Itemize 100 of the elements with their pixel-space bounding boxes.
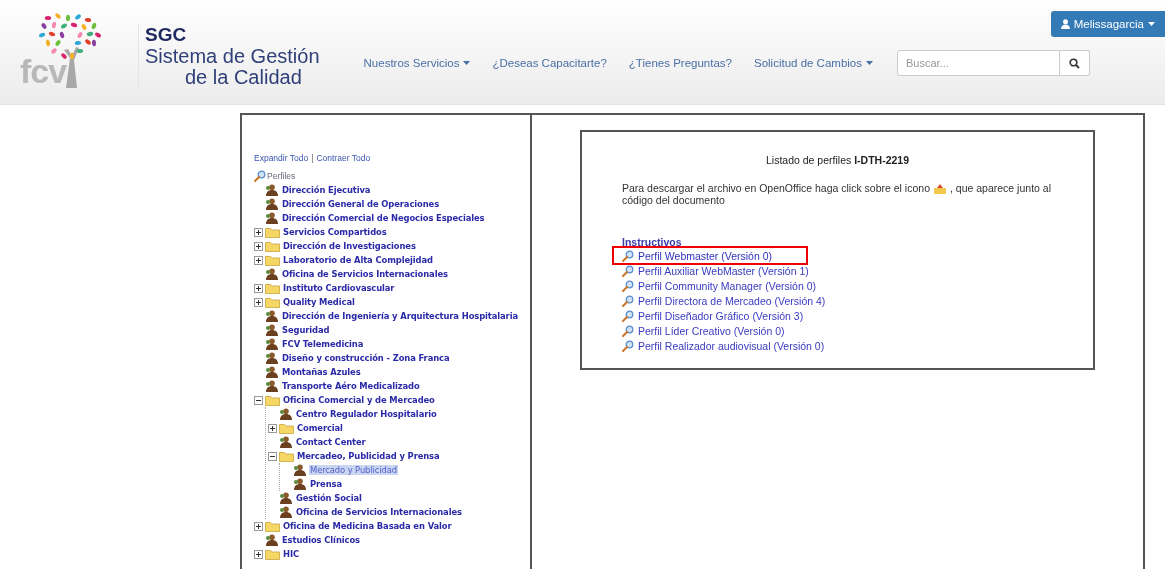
person-icon [265,380,279,392]
person-icon [265,212,279,224]
folder-icon [265,548,280,560]
tree-item[interactable]: Mercado y Publicidad [309,465,398,475]
person-icon [279,506,293,518]
person-icon [279,492,293,504]
magnifier-icon [622,294,634,307]
folder-icon [265,226,280,238]
tree-item[interactable]: Transporte Aéro Medicalizado [281,381,421,391]
folder-icon [279,450,294,462]
search-button[interactable] [1060,50,1090,76]
tree-item[interactable]: Centro Regulador Hospitalario [295,409,438,419]
search-icon [1069,57,1080,69]
nav-link[interactable]: Solicitud de Cambios [753,57,873,69]
document-link[interactable]: Perfil Líder Creativo (Versión 0) [622,323,785,339]
download-icon [933,182,947,194]
magnifier-icon [622,264,634,277]
tree-item[interactable]: Dirección Comercial de Negocios Especiales [281,213,486,223]
instruction-text: Para descargar el archivo en OpenOffice haga click sobre el icono [622,182,930,195]
document-link[interactable]: Perfil Directora de Mercadeo (Versión 4) [622,293,826,309]
folder-icon [265,394,280,406]
expand-toggle[interactable] [254,227,263,237]
tree-root-label: Perfiles [267,171,296,181]
expand-toggle[interactable] [254,241,263,251]
expand-toggle[interactable] [254,297,263,307]
tree-item[interactable]: Mercadeo, Publicidad y Prensa [296,451,441,461]
document-title: Listado de perfiles I-DTH-2219 [765,154,910,166]
person-icon [279,436,293,448]
tree-item[interactable]: Prensa [309,479,343,489]
tree-item[interactable]: Oficina de Medicina Basada en Valor [282,521,453,531]
tree-item[interactable]: Montañas Azules [281,367,362,377]
search-field[interactable]: Buscar... [897,50,1060,76]
nav-link[interactable]: Nuestros Servicios [363,57,471,69]
app-short-name: SGC [145,24,188,46]
tree-item[interactable]: Dirección de Investigaciones [282,241,417,251]
magnifier-icon [622,279,634,292]
instruction-text: código del documento [622,194,725,207]
document-link[interactable]: Perfil Community Manager (Versión 0) [622,278,816,294]
tree-item[interactable]: Estudios Clínicos [281,535,361,545]
person-icon [265,338,279,350]
expand-toggle[interactable] [254,395,263,405]
tree-item[interactable]: Oficina Comercial y de Mercadeo [282,395,436,405]
person-icon [293,478,307,490]
person-icon [265,534,279,546]
expand-toggle[interactable] [268,423,277,433]
user-icon [1060,19,1070,29]
person-icon [265,184,279,196]
user-menu-button[interactable]: Melissagarcia [1050,11,1165,37]
logo-text: fcv [20,54,67,88]
tree-item[interactable]: Oficina de Servicios Internacionales [281,269,449,279]
person-icon [265,198,279,210]
tree-item[interactable]: FCV Telemedicina [281,339,365,349]
tree-item[interactable]: Servicios Compartidos [282,227,388,237]
tree-item[interactable]: Comercial [296,423,344,433]
tree-item[interactable]: Oficina de Servicios Internacionales [295,507,463,517]
app-title: Sistema de Gestión [145,46,320,67]
tree-item[interactable]: Dirección General de Operaciones [281,199,440,209]
expand-toggle[interactable] [268,451,277,461]
tree-item[interactable]: Contact Center [295,437,367,447]
tree-item[interactable]: Dirección Ejecutiva [281,185,372,195]
tree-item[interactable]: Instituto Cardiovascular [282,283,396,293]
caret-icon [866,61,873,65]
expand-toggle[interactable] [254,521,263,531]
caret-icon [1148,22,1155,26]
tree-item[interactable]: Diseño y construcción - Zona Franca [281,353,451,363]
document-link[interactable]: Perfil Realizador audiovisual (Versión 0) [622,338,825,354]
magnifier-icon [254,170,266,182]
tree-item[interactable]: Seguridad [281,325,331,335]
folder-icon [265,240,280,252]
folder-icon [265,296,280,308]
caret-icon [463,61,471,65]
person-icon [293,464,307,476]
folder-icon [279,422,294,434]
tree-item[interactable]: Dirección de Ingeniería y Arquitectura Hospitalaria [281,311,519,321]
tree-item[interactable]: Quality Medical [282,297,356,307]
person-icon [265,352,279,364]
document-link[interactable]: Perfil Auxiliar WebMaster (Versión 1) [622,263,809,279]
separator-text: | [311,153,314,163]
magnifier-icon [622,324,634,337]
nav-link[interactable]: ¿Deseas Capacitarte? [492,57,607,69]
expand-toggle[interactable] [254,283,263,293]
magnifier-icon [622,309,634,322]
expand-toggle[interactable] [254,255,263,265]
person-icon [279,408,293,420]
folder-icon [265,520,280,532]
document-link[interactable]: Perfil Diseñador Gráfico (Versión 3) [622,308,804,324]
nav-link[interactable]: ¿Tienes Preguntas? [628,57,732,69]
document-link[interactable]: Perfil Webmaster (Versión 0) [614,248,807,264]
person-icon [265,268,279,280]
person-icon [265,366,279,378]
folder-icon [265,254,280,266]
tree-item[interactable]: HIC [282,549,300,559]
tree-item[interactable]: Gestión Social [295,493,363,503]
app-title: de la Calidad [184,67,303,88]
collapse-all-link[interactable]: Contraer Todo [316,153,371,163]
tree-item[interactable]: Laboratorio de Alta Complejidad [282,255,434,265]
person-icon [265,324,279,336]
magnifier-icon [622,249,634,262]
expand-all-link[interactable]: Expandir Todo [254,153,309,163]
expand-toggle[interactable] [254,549,263,559]
